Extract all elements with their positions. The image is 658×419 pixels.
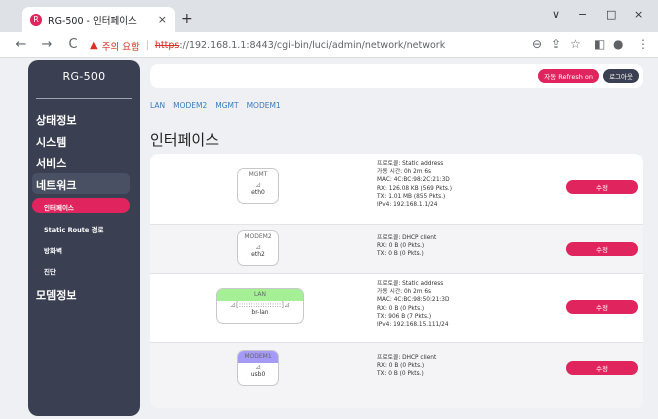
- interface-name: MODEM1: [238, 351, 278, 363]
- detail-rx: RX: 0 B (0 Pkts.): [377, 305, 425, 312]
- detail-ipv4: IPv4: 192.168.15.111/24: [377, 322, 449, 329]
- page-title: 인터페이스: [150, 131, 220, 149]
- url-separator: |: [145, 40, 149, 51]
- interface-details: 프로토콜: DHCP client RX: 0 B (0 Pkts.) TX: …: [377, 354, 436, 379]
- zoom-icon[interactable]: ⊖: [532, 37, 542, 51]
- interface-details: 프로토콜: DHCP client RX: 0 B (0 Pkts.) TX: …: [377, 234, 436, 259]
- sidebar-subitem-diagnostics[interactable]: 진단: [44, 266, 56, 276]
- detail-tx: TX: 1.01 MB (855 Pkts.): [377, 193, 446, 200]
- maximize-button[interactable]: □: [606, 8, 616, 21]
- interface-badge: MODEM1 ⊿ usb0: [237, 350, 279, 386]
- detail-uptime: 가동 시간: 0h 2m 6s: [377, 289, 432, 296]
- interface-device: eth0: [251, 189, 265, 196]
- brand-divider: [36, 98, 132, 99]
- interface-details: 프로토콜: Static address 가동 시간: 0h 2m 6s MAC…: [377, 280, 449, 329]
- sidebar-item-status[interactable]: 상태정보: [36, 112, 76, 128]
- warning-icon: ▲: [90, 40, 98, 51]
- ethernet-icon: ⊿: [255, 243, 261, 251]
- edit-button[interactable]: 수정: [566, 180, 638, 194]
- favicon-icon: R: [30, 13, 42, 26]
- sidebar-subitem-interfaces[interactable]: 인터페이스: [44, 202, 74, 212]
- sidepanel-icon[interactable]: ◧: [594, 37, 605, 51]
- edit-button[interactable]: 수정: [566, 242, 638, 256]
- table-row: MODEM1 ⊿ usb0 프로토콜: DHCP client RX: 0 B …: [150, 343, 643, 408]
- detail-protocol: 프로토콜: DHCP client: [377, 235, 437, 241]
- sidebar-item-services[interactable]: 서비스: [36, 155, 66, 171]
- sidebar-subitem-firewall[interactable]: 방화벽: [44, 245, 62, 255]
- interface-tabs: LAN MODEM2 MGMT MODEM1: [150, 101, 281, 110]
- detail-tx: TX: 906 B (7 Pkts.): [377, 313, 432, 320]
- detail-ipv4: IPv4: 192.168.1.1/24: [377, 202, 438, 209]
- tab-search-icon[interactable]: ∨: [552, 8, 560, 21]
- page-content: RG-500 상태정보 시스템 서비스 네트워크 인터페이스 Static Ro…: [0, 58, 658, 419]
- interface-name: LAN: [217, 289, 303, 301]
- table-row: MODEM2 ⊿ eth2 프로토콜: DHCP client RX: 0 B …: [150, 225, 643, 273]
- sidebar-item-network[interactable]: 네트워크: [36, 177, 76, 193]
- interface-badge: LAN ⊿[::::::::::::::::::]⊿ br-lan: [216, 288, 304, 324]
- interface-table: MGMT ⊿ eth0 프로토콜: Static address 가동 시간: …: [150, 154, 643, 408]
- detail-mac: MAC: 4C:BC:98:2C:21:3D: [377, 177, 450, 184]
- detail-uptime: 가동 시간: 0h 2m 6s: [377, 169, 432, 176]
- table-row: MGMT ⊿ eth0 프로토콜: Static address 가동 시간: …: [150, 154, 643, 224]
- brand-logo: RG-500: [62, 70, 106, 83]
- back-icon[interactable]: ←: [12, 37, 30, 52]
- logout-button[interactable]: 로그아웃: [603, 69, 639, 83]
- sidebar-item-system[interactable]: 시스템: [36, 134, 66, 150]
- profile-icon[interactable]: ●: [613, 37, 623, 51]
- detail-tx: TX: 0 B (0 Pkts.): [377, 251, 424, 258]
- url-input[interactable]: ▲ 주의 요함 | https ://192.168.1.1:8443/cgi-…: [90, 37, 520, 54]
- interface-badge: MGMT ⊿ eth0: [237, 168, 279, 204]
- interface-name: MGMT: [238, 169, 278, 181]
- edit-button[interactable]: 수정: [566, 361, 638, 375]
- detail-tx: TX: 0 B (0 Pkts.): [377, 371, 424, 378]
- detail-mac: MAC: 4C:BC:98:50:21:3D: [377, 297, 450, 304]
- auto-refresh-button[interactable]: 자동 Refresh on: [538, 69, 599, 83]
- close-tab-icon[interactable]: ×: [158, 13, 167, 26]
- sidebar: RG-500 상태정보 시스템 서비스 네트워크 인터페이스 Static Ro…: [28, 60, 140, 416]
- ethernet-icon: ⊿: [255, 181, 261, 189]
- tab-modem2[interactable]: MODEM2: [173, 101, 207, 110]
- interface-device: eth2: [251, 251, 265, 258]
- detail-rx: RX: 0 B (0 Pkts.): [377, 363, 425, 370]
- interface-device: br-lan: [251, 309, 269, 316]
- minimize-button[interactable]: −: [578, 8, 587, 21]
- detail-protocol: 프로토콜: DHCP client: [377, 355, 437, 361]
- share-icon[interactable]: ⇪: [551, 37, 561, 51]
- top-bar: 자동 Refresh on 로그아웃: [150, 64, 643, 88]
- tab-mgmt[interactable]: MGMT: [215, 101, 238, 110]
- detail-protocol: 프로토콜: Static address: [377, 281, 444, 287]
- interface-badge: MODEM2 ⊿ eth2: [237, 230, 279, 266]
- interface-details: 프로토콜: Static address 가동 시간: 0h 2m 6s MAC…: [377, 160, 452, 209]
- sidebar-subitem-static-route[interactable]: Static Route 경로: [44, 224, 103, 234]
- url-scheme: https: [154, 40, 180, 51]
- interface-name: MODEM2: [238, 231, 278, 243]
- bridge-ports-icon: ⊿[::::::::::::::::::]⊿: [230, 301, 290, 309]
- browser-tab-strip: R RG-500 - 인터페이스 × + ∨ − □ ×: [0, 0, 658, 32]
- menu-icon[interactable]: ⋮: [637, 37, 649, 51]
- tab-title: RG-500 - 인터페이스: [48, 15, 137, 27]
- security-warning[interactable]: 주의 요함: [102, 39, 140, 53]
- url-path: ://192.168.1.1:8443/cgi-bin/luci/admin/n…: [179, 40, 446, 51]
- close-window-button[interactable]: ×: [634, 8, 643, 21]
- interface-device: usb0: [250, 371, 266, 378]
- table-row: LAN ⊿[::::::::::::::::::]⊿ br-lan 프로토콜: …: [150, 274, 643, 342]
- tab-lan[interactable]: LAN: [150, 101, 165, 110]
- detail-rx: RX: 0 B (0 Pkts.): [377, 243, 425, 250]
- new-tab-button[interactable]: +: [181, 11, 193, 27]
- reload-icon[interactable]: C: [64, 37, 82, 52]
- sidebar-item-modem[interactable]: 모뎀정보: [36, 287, 76, 303]
- star-icon[interactable]: ☆: [570, 37, 581, 51]
- detail-protocol: 프로토콜: Static address: [377, 161, 444, 167]
- detail-rx: RX: 126.08 KB (569 Pkts.): [377, 185, 452, 192]
- usb-icon: ⊿: [255, 363, 261, 371]
- browser-tab[interactable]: R RG-500 - 인터페이스 ×: [22, 7, 175, 32]
- edit-button[interactable]: 수정: [566, 300, 638, 314]
- tab-modem1[interactable]: MODEM1: [247, 101, 281, 110]
- forward-icon[interactable]: →: [38, 37, 56, 52]
